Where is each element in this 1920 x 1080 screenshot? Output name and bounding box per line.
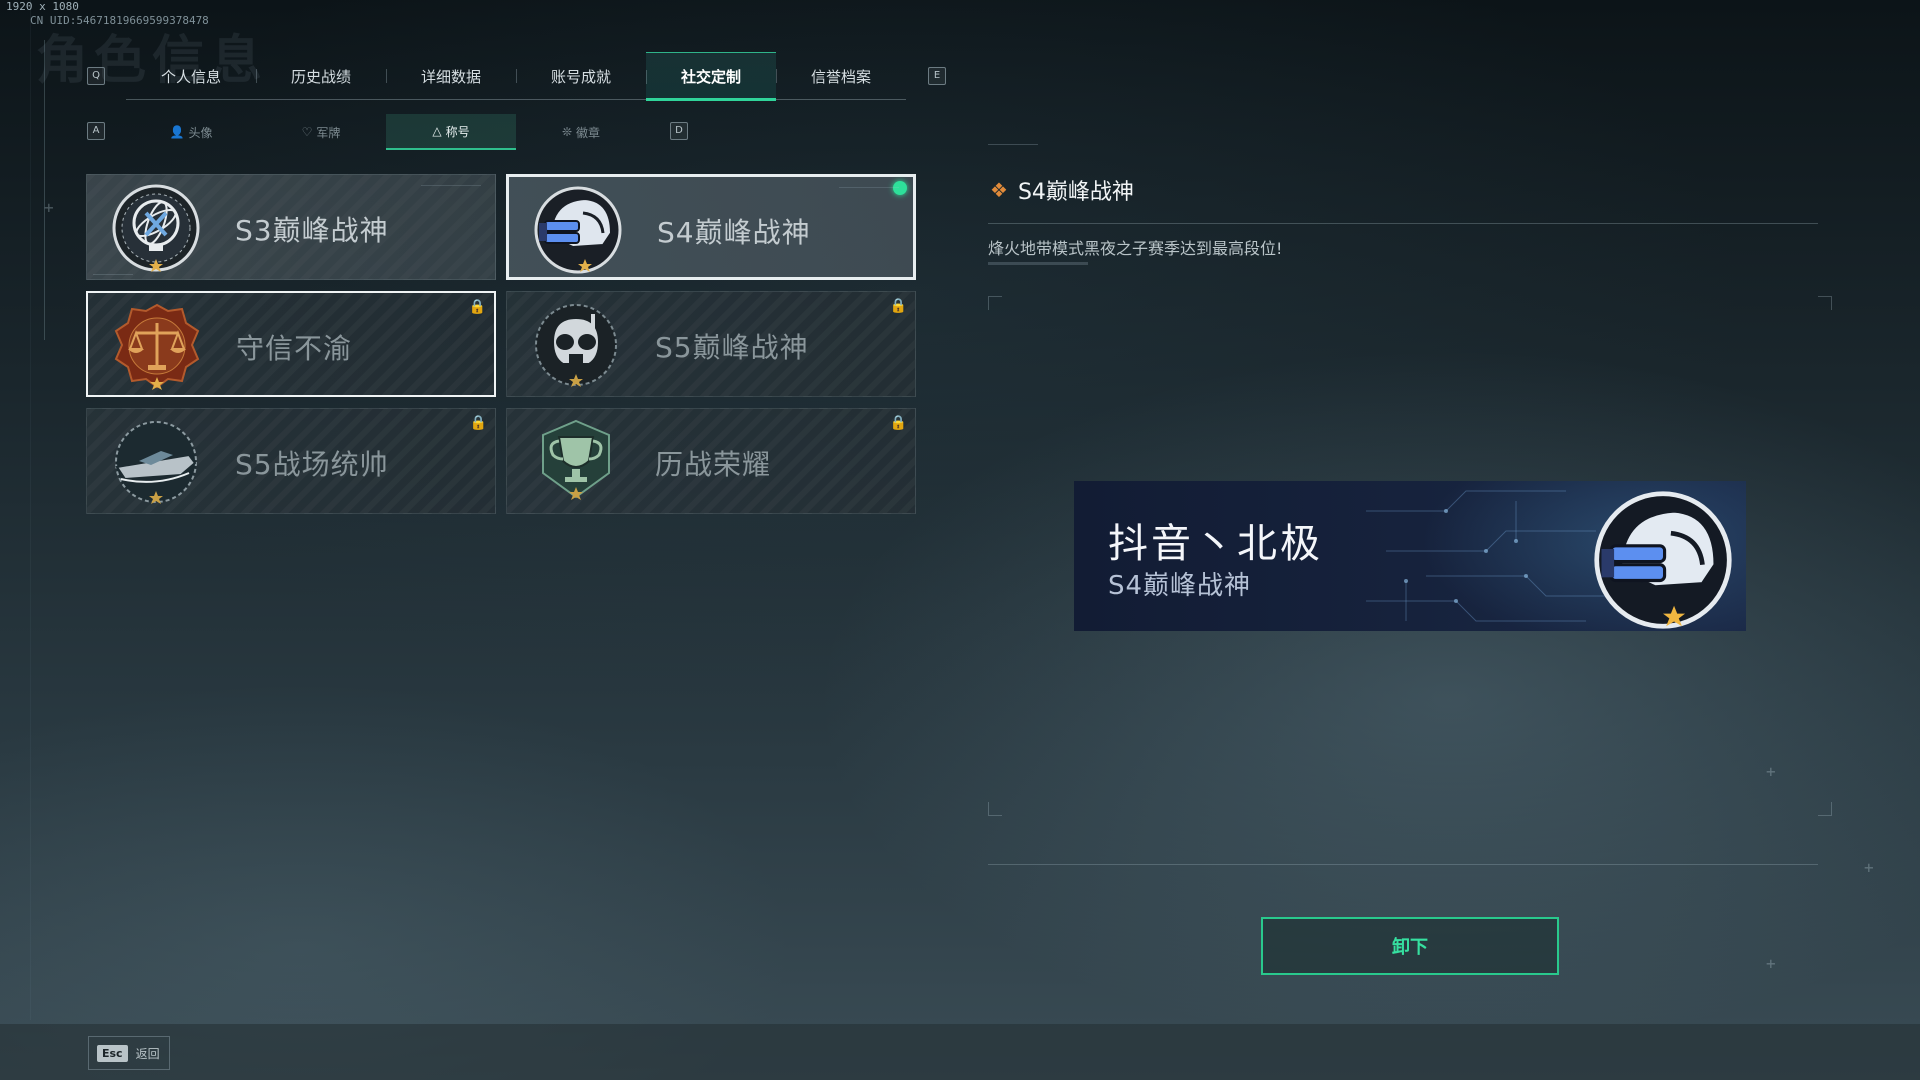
key-hint-next-subtab[interactable]: D (670, 122, 688, 140)
speedboat-icon (115, 421, 197, 504)
skull-gasmask-icon (535, 304, 617, 387)
title-card[interactable]: 🔒 S5战场统帅 (86, 408, 496, 514)
dogtag-icon: ♡ (301, 125, 313, 139)
subtab-dogtag[interactable]: ♡ 军牌 (256, 114, 386, 150)
back-label: 返回 (135, 1046, 160, 1061)
decor-line (421, 185, 481, 186)
scales-of-justice-icon (114, 303, 200, 390)
emblem-icon: ❊ (561, 125, 573, 139)
title-card-label: S3巅峰战神 (235, 214, 389, 247)
nameplate-player-name: 抖音丶北极 (1108, 521, 1323, 567)
title-card-label: S5巅峰战神 (655, 331, 809, 364)
key-hint-next-tab[interactable]: E (928, 67, 946, 85)
tab-detailed-data[interactable]: 详细数据 (386, 52, 516, 100)
title-card-label: S4巅峰战神 (657, 216, 811, 249)
resolution-text: 1920 x 1080 (6, 0, 79, 13)
crosshair-mark: + (44, 198, 54, 217)
key-hint-prev-tab[interactable]: Q (87, 67, 105, 85)
title-card-label: 守信不渝 (236, 332, 353, 365)
decor-line (93, 274, 133, 275)
crosshair-mark: + (1766, 954, 1776, 973)
tab-social-customization[interactable]: 社交定制 (646, 52, 776, 101)
trophy-icon (542, 419, 610, 500)
background-line (30, 0, 31, 1020)
decor-bar (988, 262, 1088, 265)
night-vision-helmet-icon (1594, 491, 1732, 629)
equipped-indicator-dot (893, 181, 907, 195)
lock-icon: 🔒 (889, 298, 907, 314)
corner-bracket (988, 296, 1002, 310)
sub-tab-bar: 👤 头像 ♡ 军牌 △ 称号 ❊ 徽章 (126, 114, 646, 150)
crosshair-mark: + (1864, 858, 1874, 877)
nameplate-preview: 抖音丶北极 S4巅峰战神 (1074, 481, 1746, 631)
uid-text: CN UID:54671819669599378478 (30, 14, 209, 27)
tab-match-history[interactable]: 历史战绩 (256, 52, 386, 100)
title-card-selected[interactable]: S4巅峰战神 (506, 174, 916, 280)
tab-personal-info[interactable]: 个人信息 (126, 52, 256, 100)
subtab-label: 头像 (188, 125, 213, 140)
nameplate-title: S4巅峰战神 (1108, 571, 1252, 601)
title-card[interactable]: 🔒 守信不渝 (86, 291, 496, 397)
subtab-label: 军牌 (316, 125, 341, 140)
corner-bracket (988, 802, 1002, 816)
subtab-emblem[interactable]: ❊ 徽章 (516, 114, 646, 150)
armillary-sphere-icon (112, 184, 200, 272)
corner-bracket (1818, 802, 1832, 816)
decor-line (988, 144, 1038, 145)
title-card[interactable]: S3巅峰战神 (86, 174, 496, 280)
title-card-label: 历战荣耀 (655, 448, 772, 481)
subtab-label: 称号 (445, 124, 470, 139)
detail-title: ❖ S4巅峰战神 (990, 174, 1134, 206)
title-card[interactable]: 🔒 历战荣耀 (506, 408, 916, 514)
divider (988, 864, 1818, 865)
back-button[interactable]: Esc 返回 (88, 1036, 170, 1070)
subtab-avatar[interactable]: 👤 头像 (126, 114, 256, 150)
night-vision-helmet-icon (534, 186, 622, 274)
title-card[interactable]: 🔒 S5巅峰战神 (506, 291, 916, 397)
title-card-label: S5战场统帅 (235, 448, 389, 481)
esc-key-icon: Esc (97, 1044, 128, 1062)
footer-bar (0, 1024, 1920, 1080)
diamond-icon: ❖ (990, 178, 1008, 202)
title-icon: △ (432, 124, 442, 138)
decor-line (839, 187, 899, 188)
subtab-title[interactable]: △ 称号 (386, 114, 516, 150)
lock-icon: 🔒 (889, 415, 907, 431)
key-hint-prev-subtab[interactable]: A (87, 122, 105, 140)
lock-icon: 🔒 (468, 299, 486, 315)
main-tab-bar: 个人信息 历史战绩 详细数据 账号成就 社交定制 信誉档案 (126, 52, 906, 101)
divider (988, 223, 1818, 224)
tab-credit-record[interactable]: 信誉档案 (776, 52, 906, 100)
corner-bracket (1818, 296, 1832, 310)
detail-title-text: S4巅峰战神 (1017, 180, 1134, 205)
screen-info: 1920 x 1080 CN UID:54671819669599378478 (6, 0, 209, 28)
lock-icon: 🔒 (469, 415, 487, 431)
crosshair-mark: + (1766, 762, 1776, 781)
unequip-button[interactable]: 卸下 (1261, 917, 1559, 975)
tab-achievements[interactable]: 账号成就 (516, 52, 646, 100)
person-icon: 👤 (169, 125, 185, 139)
subtab-label: 徽章 (576, 125, 601, 140)
detail-description: 烽火地带模式黑夜之子赛季达到最高段位! (988, 239, 1283, 258)
